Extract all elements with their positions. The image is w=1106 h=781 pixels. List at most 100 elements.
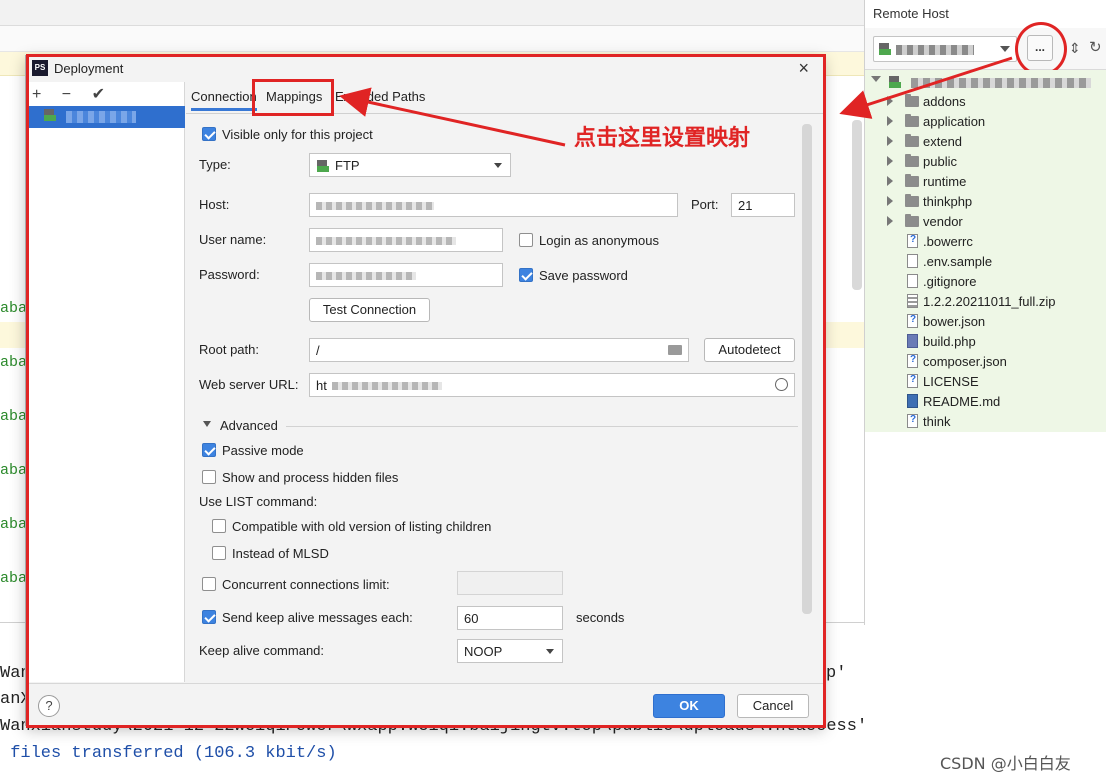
test-connection-button[interactable]: Test Connection	[309, 298, 430, 322]
editor-code-fragment: aba	[0, 300, 28, 317]
save-password-checkbox[interactable]	[519, 268, 533, 282]
tree-file-row[interactable]: .env.sample	[865, 252, 1106, 272]
tree-file-row[interactable]: 1.2.2.20211011_full.zip	[865, 292, 1106, 312]
file-icon	[907, 294, 918, 308]
keep-alive-command-select[interactable]: NOOP	[457, 639, 563, 663]
annotation-box	[252, 79, 334, 116]
compatible-listing-checkbox[interactable]	[212, 519, 226, 533]
type-label: Type:	[199, 157, 231, 172]
tree-folder-row[interactable]: public	[865, 152, 1106, 172]
host-input[interactable]	[309, 193, 678, 217]
tree-file-row[interactable]: think	[865, 412, 1106, 432]
save-password-label: Save password	[539, 268, 628, 283]
tree-file-row[interactable]: composer.json	[865, 352, 1106, 372]
tab-excluded-paths[interactable]: Excluded Paths	[335, 89, 425, 104]
server-list-item[interactable]	[26, 106, 185, 128]
editor-code-fragment: aba	[0, 570, 28, 587]
annotation-text: 点击这里设置映射	[574, 126, 751, 151]
annotation-circle	[1015, 22, 1067, 76]
tree-item-label: think	[923, 414, 951, 429]
console-line-summary: files transferred (106.3 kbit/s)	[0, 744, 337, 763]
tree-folder-row[interactable]: runtime	[865, 172, 1106, 192]
chevron-right-icon[interactable]	[887, 116, 893, 126]
ide-tabbar	[0, 26, 864, 52]
use-list-label: Use LIST command:	[199, 494, 318, 509]
tree-folder-row[interactable]: thinkphp	[865, 192, 1106, 212]
console-line-tail: p'	[826, 664, 847, 683]
ftp-icon	[879, 43, 891, 55]
tree-item-label: runtime	[923, 174, 967, 189]
refresh-icon[interactable]: ↻	[1089, 38, 1102, 56]
chevron-down-icon	[546, 649, 554, 654]
folder-icon	[905, 214, 919, 227]
ftp-icon	[317, 160, 329, 172]
server-list-toolbar[interactable]: + − ✔	[32, 84, 113, 104]
keep-alive-interval-value: 60	[464, 611, 479, 626]
tree-item-label: README.md	[923, 394, 1001, 409]
autodetect-button[interactable]: Autodetect	[704, 338, 795, 362]
concurrent-limit-label: Concurrent connections limit:	[222, 577, 390, 592]
folder-icon	[905, 114, 919, 127]
type-select[interactable]: FTP	[309, 153, 511, 177]
show-hidden-checkbox[interactable]	[202, 470, 216, 484]
cancel-button[interactable]: Cancel	[737, 694, 809, 718]
tree-file-row[interactable]: .bowerrc	[865, 232, 1106, 252]
redacted-server-name	[66, 111, 136, 123]
tree-item-label: .env.sample	[923, 254, 993, 269]
password-input[interactable]	[309, 263, 503, 287]
keep-alive-checkbox[interactable]	[202, 610, 216, 624]
concurrent-limit-input[interactable]	[457, 571, 563, 595]
chevron-right-icon[interactable]	[887, 216, 893, 226]
globe-icon[interactable]	[775, 378, 788, 391]
web-server-url-input[interactable]: ht	[309, 373, 795, 397]
tree-file-row[interactable]: README.md	[865, 392, 1106, 412]
chevron-right-icon[interactable]	[887, 136, 893, 146]
file-icon	[907, 274, 918, 288]
tab-connection[interactable]: Connection	[191, 89, 257, 111]
show-hidden-label: Show and process hidden files	[222, 470, 399, 485]
editor-scrollbar[interactable]	[852, 120, 862, 290]
port-input[interactable]: 21	[731, 193, 795, 217]
concurrent-limit-checkbox[interactable]	[202, 577, 216, 591]
chevron-right-icon[interactable]	[887, 196, 893, 206]
login-anonymous-checkbox[interactable]	[519, 233, 533, 247]
dialog-title: Deployment	[54, 61, 124, 76]
tree-file-row[interactable]: .gitignore	[865, 272, 1106, 292]
chevron-right-icon[interactable]	[887, 156, 893, 166]
collapse-icon[interactable]: ⇕	[1069, 40, 1081, 57]
keep-alive-interval-input[interactable]: 60	[457, 606, 563, 630]
root-path-input[interactable]: /	[309, 338, 689, 362]
type-value: FTP	[335, 158, 360, 173]
tree-folder-row[interactable]: extend	[865, 132, 1106, 152]
redacted-password	[316, 272, 416, 280]
advanced-label[interactable]: Advanced	[220, 418, 278, 433]
redacted-host	[316, 202, 434, 210]
chevron-right-icon[interactable]	[887, 96, 893, 106]
passive-mode-checkbox[interactable]	[202, 443, 216, 457]
visible-only-checkbox[interactable]	[202, 127, 216, 141]
port-value: 21	[738, 198, 753, 213]
tree-folder-row[interactable]: vendor	[865, 212, 1106, 232]
username-input[interactable]	[309, 228, 503, 252]
server-select[interactable]	[873, 36, 1017, 62]
tree-item-label: .bowerrc	[923, 234, 973, 249]
help-button[interactable]: ?	[38, 695, 60, 717]
ok-button[interactable]: OK	[653, 694, 725, 718]
server-list-panel: + − ✔	[26, 82, 185, 682]
chevron-right-icon[interactable]	[887, 176, 893, 186]
tree-file-row[interactable]: build.php	[865, 332, 1106, 352]
tree-item-label: vendor	[923, 214, 963, 229]
tree-item-label: 1.2.2.20211011_full.zip	[923, 294, 1056, 309]
tree-file-row[interactable]: bower.json	[865, 312, 1106, 332]
tree-folder-row[interactable]: application	[865, 112, 1106, 132]
chevron-down-icon[interactable]	[203, 421, 211, 427]
folder-icon[interactable]	[668, 345, 682, 355]
instead-mlsd-checkbox[interactable]	[212, 546, 226, 560]
keep-alive-command-label: Keep alive command:	[199, 643, 325, 658]
tree-file-row[interactable]: LICENSE	[865, 372, 1106, 392]
file-icon	[907, 234, 918, 248]
tree-root-row[interactable]	[871, 72, 1106, 92]
dialog-scrollbar[interactable]	[802, 124, 812, 614]
tree-folder-row[interactable]: addons	[865, 92, 1106, 112]
close-icon[interactable]: ×	[798, 58, 809, 79]
